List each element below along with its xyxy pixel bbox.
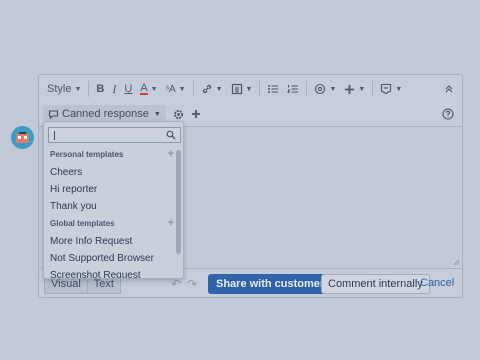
chevron-down-icon: ▼ <box>150 85 158 93</box>
chevron-down-icon: ▼ <box>74 85 82 93</box>
template-item[interactable]: Hi reporter <box>50 184 97 195</box>
undo-redo-group: ↶↷ <box>171 277 203 291</box>
italic-button[interactable]: I <box>108 78 120 100</box>
chevron-up-double-icon <box>445 85 453 93</box>
numbered-list-button[interactable] <box>283 78 303 100</box>
add-button[interactable] <box>189 103 203 125</box>
underline-label: U <box>124 83 133 95</box>
undo-icon[interactable]: ↶ <box>171 277 187 291</box>
chevron-down-icon: ▼ <box>153 110 161 118</box>
toolbar-divider <box>192 81 194 97</box>
add-global-template-icon[interactable]: + <box>168 218 174 229</box>
numbered-list-icon <box>287 85 299 93</box>
panel-button[interactable]: ▼ <box>376 78 406 100</box>
template-item[interactable]: Screenshot Request <box>50 270 141 278</box>
share-with-customer-label: Share with customer <box>216 278 325 290</box>
collapse-toolbar-button[interactable] <box>440 78 458 100</box>
text-color-button[interactable]: A ▼ <box>136 78 161 100</box>
gear-icon <box>173 109 183 119</box>
toolbar-divider <box>259 81 261 97</box>
resize-handle-icon[interactable] <box>453 259 460 266</box>
avatar <box>11 126 34 149</box>
plus-icon <box>191 110 200 118</box>
toolbar-divider <box>88 81 90 97</box>
bold-button[interactable]: B <box>92 78 108 100</box>
chevron-down-icon: ▼ <box>245 85 253 93</box>
mention-icon <box>315 83 326 95</box>
editor-toolbar: Style ▼ B I U A ▼ ˢA ▼ ▼ ▼ ▼ ▼ ▼ <box>39 75 462 103</box>
add-personal-template-icon[interactable]: + <box>168 149 174 160</box>
font-size-button[interactable]: ˢA ▼ <box>162 78 190 100</box>
global-templates-label: Global templates <box>50 219 115 228</box>
cancel-link[interactable]: Cancel <box>420 277 454 289</box>
bold-label: B <box>96 83 105 95</box>
global-templates-heading: Global templates + <box>50 218 174 229</box>
bullet-list-button[interactable] <box>263 78 283 100</box>
comment-internally-button[interactable]: Comment internally <box>321 274 430 294</box>
speech-bubble-icon <box>48 109 59 119</box>
style-dropdown-label: Style <box>47 83 72 95</box>
chevron-down-icon: ▼ <box>178 85 186 93</box>
underline-button[interactable]: U <box>120 78 136 100</box>
chevron-down-icon: ▼ <box>329 85 337 93</box>
help-icon <box>442 108 454 120</box>
chevron-down-icon: ▼ <box>215 85 223 93</box>
tab-visual-label: Visual <box>51 278 81 290</box>
search-icon <box>166 130 176 140</box>
template-item[interactable]: Thank you <box>50 201 97 212</box>
help-button[interactable] <box>438 103 458 125</box>
personal-templates-heading: Personal templates + <box>50 149 174 160</box>
attachment-icon <box>231 83 242 95</box>
canned-response-label: Canned response <box>62 108 149 120</box>
link-button[interactable]: ▼ <box>197 78 227 100</box>
panel-icon <box>381 83 392 95</box>
template-item[interactable]: More Info Request <box>50 236 132 247</box>
attachment-button[interactable]: ▼ <box>227 78 257 100</box>
text-color-label: A <box>140 82 148 95</box>
mention-button[interactable]: ▼ <box>310 78 340 100</box>
template-item[interactable]: Cheers <box>50 167 82 178</box>
template-search-input[interactable] <box>48 127 181 143</box>
italic-label: I <box>112 81 117 96</box>
template-item[interactable]: Not Supported Browser <box>50 253 154 264</box>
canned-response-dropdown: Personal templates + Cheers Hi reporter … <box>43 121 184 279</box>
plus-icon <box>345 84 355 94</box>
chevron-down-icon: ▼ <box>358 85 366 93</box>
bullet-list-icon <box>268 85 279 93</box>
chevron-down-icon: ▼ <box>395 85 403 93</box>
style-dropdown[interactable]: Style ▼ <box>43 78 85 100</box>
dropdown-scrollbar-thumb[interactable] <box>176 150 181 254</box>
text-cursor <box>54 131 55 140</box>
personal-templates-label: Personal templates <box>50 150 124 159</box>
insert-more-button[interactable]: ▼ <box>340 78 369 100</box>
tab-text-label: Text <box>93 278 114 290</box>
link-icon <box>202 84 211 94</box>
redo-icon[interactable]: ↷ <box>187 277 203 291</box>
toolbar-divider <box>372 81 374 97</box>
font-size-label: ˢA <box>165 83 176 95</box>
toolbar-divider <box>306 81 308 97</box>
comment-internally-label: Comment internally <box>328 278 423 290</box>
share-with-customer-button[interactable]: Share with customer <box>208 274 333 294</box>
